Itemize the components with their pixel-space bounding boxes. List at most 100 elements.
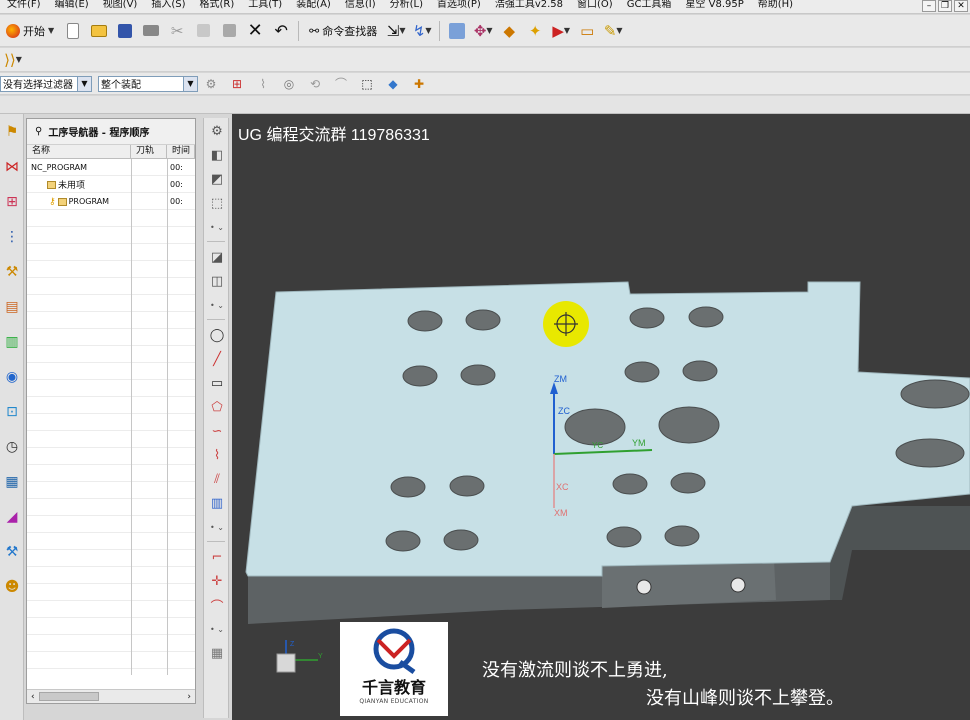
menu-info[interactable]: 信息(I) bbox=[338, 0, 383, 11]
select-edge-button[interactable]: ⌒ bbox=[330, 72, 352, 96]
snap-settings-button[interactable]: ✚ bbox=[408, 72, 430, 96]
rectangle-icon[interactable]: ▭ bbox=[206, 373, 228, 393]
resource-constraint-navigator-icon[interactable]: ⋈ bbox=[1, 152, 23, 182]
line-icon[interactable]: ╱ bbox=[206, 349, 228, 369]
menu-help[interactable]: 帮助(H) bbox=[751, 0, 800, 11]
menu-format[interactable]: 格式(R) bbox=[193, 0, 242, 11]
minimize-icon[interactable]: – bbox=[922, 0, 936, 12]
offset-curve-icon[interactable]: ⫽ bbox=[206, 469, 228, 489]
polygon-icon[interactable]: ⬠ bbox=[206, 397, 228, 417]
resource-operation-navigator-icon[interactable]: ⋮ bbox=[1, 222, 23, 252]
save-button[interactable] bbox=[114, 19, 136, 43]
navigator-horizontal-scrollbar[interactable]: ‹ › bbox=[27, 689, 195, 703]
chevron-right-icon[interactable]: › bbox=[187, 692, 191, 702]
trim-curve-icon[interactable]: ⌐ bbox=[206, 547, 228, 567]
body-icon: ⟲ bbox=[309, 76, 321, 91]
restore-icon[interactable]: ❐ bbox=[938, 0, 952, 12]
resource-system-materials-icon[interactable]: ▦ bbox=[1, 467, 23, 497]
close-icon[interactable]: ✕ bbox=[954, 0, 968, 12]
cut-button[interactable]: ✂ bbox=[166, 19, 188, 43]
spline-icon[interactable]: ⌇ bbox=[206, 445, 228, 465]
paste-button[interactable] bbox=[218, 19, 240, 43]
project-curve-icon[interactable]: ▥ bbox=[206, 493, 228, 513]
curve-tool-icon[interactable]: ∽ bbox=[206, 421, 228, 441]
more-chevron-icon[interactable]: • ⌄ bbox=[206, 619, 228, 639]
new-file-button[interactable] bbox=[62, 19, 84, 43]
sketch-button[interactable]: ✎ ▼ bbox=[602, 19, 624, 43]
selection-scope-value: 整个装配 bbox=[101, 80, 141, 91]
type-filter-select[interactable]: 没有选择过滤器 ▼ bbox=[0, 75, 92, 92]
resource-roles-people-icon[interactable]: ☻ bbox=[1, 572, 23, 602]
select-face-button[interactable]: ◎ bbox=[278, 72, 300, 96]
fillet-curve-icon[interactable]: ⌒ bbox=[206, 595, 228, 615]
divide-curve-icon[interactable]: ✛ bbox=[206, 571, 228, 591]
menu-edit[interactable]: 编辑(E) bbox=[48, 0, 96, 11]
resource-roles-icon[interactable]: ⊡ bbox=[1, 397, 23, 427]
command-finder-button[interactable]: ⚯ 命令查找器 bbox=[305, 19, 381, 43]
snap-button[interactable]: ↯ ▼ bbox=[411, 19, 433, 43]
model-select-icon[interactable]: ◩ bbox=[206, 169, 228, 189]
view-orient-button[interactable]: ▶ ▼ bbox=[550, 19, 572, 43]
menu-analysis[interactable]: 分析(L) bbox=[383, 0, 430, 11]
menu-file[interactable]: 文件(F) bbox=[0, 0, 48, 11]
part-nav-button[interactable]: ✥ ▼ bbox=[472, 19, 494, 43]
open-button[interactable] bbox=[88, 19, 110, 43]
menu-tools[interactable]: 工具(T) bbox=[241, 0, 289, 11]
select-tool-button[interactable]: ⇲ ▼ bbox=[385, 19, 407, 43]
graphics-window[interactable]: UG 编程交流群 119786331 ZM ZC YC YM XC XM Z Y… bbox=[232, 114, 970, 720]
scrollbar-thumb[interactable] bbox=[38, 692, 99, 701]
feature-icon[interactable]: ◪ bbox=[206, 247, 228, 267]
undo-button[interactable]: ↶ bbox=[270, 19, 292, 43]
select-body-button[interactable]: ⟲ bbox=[304, 72, 326, 96]
resource-assembly-navigator-icon[interactable]: ⚑ bbox=[1, 117, 23, 147]
resource-reuse-library-icon[interactable]: ▤ bbox=[1, 292, 23, 322]
start-button[interactable]: 开始 ▼ bbox=[2, 19, 58, 43]
layer-button[interactable] bbox=[446, 19, 468, 43]
select-curve-button[interactable]: ⌇ bbox=[252, 72, 274, 96]
tree-row-unused-items[interactable]: 未用项 00: bbox=[27, 176, 195, 193]
menu-preferences[interactable]: 首选项(P) bbox=[430, 0, 488, 11]
column-header-toolpath[interactable]: 刀轨 bbox=[131, 145, 167, 158]
surface-icon[interactable]: ▦ bbox=[206, 643, 228, 663]
selection-scope-select[interactable]: 整个装配 ▼ bbox=[98, 75, 198, 92]
move-object-icon[interactable]: ⬚ bbox=[206, 193, 228, 213]
edit-object-icon[interactable]: ⚙ bbox=[206, 121, 228, 141]
resource-machine-tool-icon[interactable]: ⚒ bbox=[1, 257, 23, 287]
more-chevron-icon[interactable]: • ⌄ bbox=[206, 295, 228, 315]
column-header-time[interactable]: 时间 bbox=[167, 145, 195, 158]
menu-haoqiang-tools[interactable]: 浩强工具v2.58 bbox=[488, 0, 570, 11]
snap-point-button[interactable]: ⊞ bbox=[226, 72, 248, 96]
menu-view[interactable]: 视图(V) bbox=[96, 0, 145, 11]
extrude-icon[interactable]: ◫ bbox=[206, 271, 228, 291]
circle-icon[interactable]: ◯ bbox=[206, 325, 228, 345]
menu-insert[interactable]: 插入(S) bbox=[144, 0, 192, 11]
resource-process-studio-icon[interactable]: ◢ bbox=[1, 502, 23, 532]
resource-palette-icon[interactable]: ▥ bbox=[1, 327, 23, 357]
tree-row-nc-program[interactable]: NC_PROGRAM 00: bbox=[27, 159, 195, 176]
chevron-left-icon[interactable]: ‹ bbox=[31, 692, 35, 702]
render-button[interactable]: ◆ bbox=[498, 19, 520, 43]
menu-window[interactable]: 窗口(O) bbox=[570, 0, 620, 11]
tree-row-program[interactable]: ⚷ PROGRAM 00: bbox=[27, 193, 195, 210]
resource-history-icon[interactable]: ◷ bbox=[1, 432, 23, 462]
display-button[interactable]: ▭ bbox=[576, 19, 598, 43]
delete-button[interactable]: ✕ bbox=[244, 19, 266, 43]
copy-button[interactable] bbox=[192, 19, 214, 43]
application-button[interactable]: ⟩⟩ ▼ bbox=[2, 48, 24, 72]
filter-settings-button[interactable]: ⚙ bbox=[200, 72, 222, 96]
menu-assembly[interactable]: 装配(A) bbox=[289, 0, 338, 11]
pin-icon[interactable]: ⚲ bbox=[35, 126, 42, 137]
print-button[interactable] bbox=[140, 19, 162, 43]
highlight-button[interactable]: ✦ bbox=[524, 19, 546, 43]
resource-manufacturing-wizard-icon[interactable]: ⚒ bbox=[1, 537, 23, 567]
rectangle-select-button[interactable]: ⬚ bbox=[356, 72, 378, 96]
resource-web-browser-icon[interactable]: ◉ bbox=[1, 362, 23, 392]
show-hide-button[interactable]: ◆ bbox=[382, 72, 404, 96]
more-chevron-icon[interactable]: • ⌄ bbox=[206, 517, 228, 537]
resource-part-navigator-icon[interactable]: ⊞ bbox=[1, 187, 23, 217]
menu-xingkong[interactable]: 星空 V8.95P bbox=[678, 0, 750, 11]
column-header-name[interactable]: 名称 bbox=[27, 145, 131, 158]
menu-gc-toolbox[interactable]: GC工具箱 bbox=[620, 0, 679, 11]
cube-select-icon[interactable]: ◧ bbox=[206, 145, 228, 165]
more-chevron-icon[interactable]: • ⌄ bbox=[206, 217, 228, 237]
